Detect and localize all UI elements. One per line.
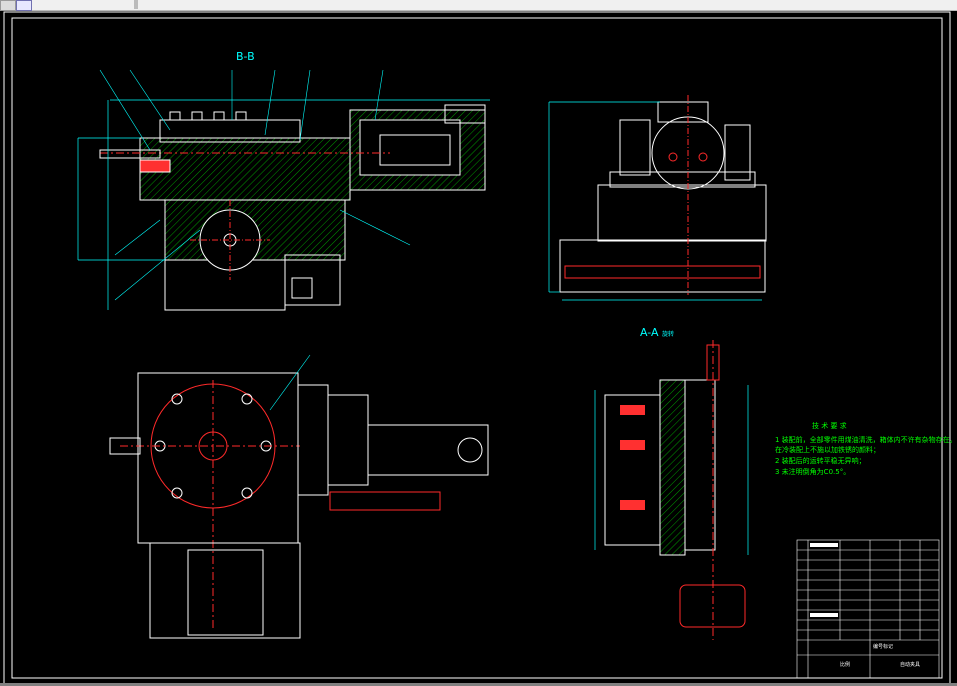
section-aa-view: A-A 旋转 [594, 326, 749, 640]
plan-view [109, 354, 489, 639]
section-bb-view: B-B [77, 50, 490, 311]
technical-notes: 技 术 要 求 1 装配前，全部零件用煤油清洗，箱体内不许有杂物存在。 在冷装配… [775, 421, 957, 476]
section-aa-suffix: 旋转 [662, 330, 674, 338]
notes-line-1: 1 装配前，全部零件用煤油清洗，箱体内不许有杂物存在。 [775, 435, 957, 444]
side-view [548, 95, 767, 301]
section-bb-label: B-B [236, 50, 255, 63]
notes-line-2: 在冷装配上不施以加铁锈的颜料； [775, 445, 880, 454]
title-company: 编号标记 [873, 643, 893, 650]
title-scale-label: 比例 [840, 661, 850, 668]
notes-line-3: 2 装配后的运转平稳无异响； [775, 456, 866, 465]
section-aa-label: A-A [640, 326, 659, 339]
title-drawing-name: 自动夹具 [900, 661, 920, 668]
notes-title: 技 术 要 求 [812, 421, 847, 430]
toolbar-separator [134, 0, 138, 9]
notes-line-4: 3 未注明倒角为C0.5°。 [775, 467, 850, 476]
cad-drawing: B-B A-A 旋转 技 术 要 求 1 装配前，全部零件用煤油清洗，箱体内不许… [3, 11, 957, 685]
title-block [796, 539, 940, 679]
